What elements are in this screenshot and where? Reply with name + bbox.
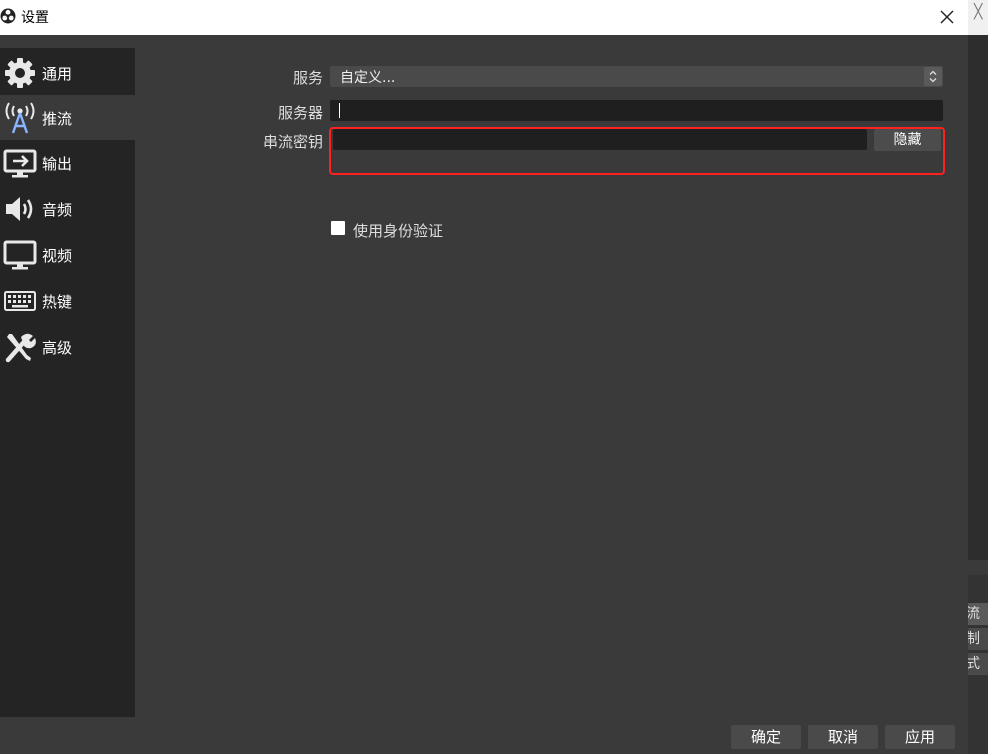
sidebar-item-stream[interactable]: 推流 [0, 95, 135, 140]
stream-key-input[interactable] [333, 129, 867, 150]
use-auth-checkbox[interactable] [331, 221, 345, 235]
titlebar: 设置 [0, 0, 968, 35]
background-window: ╳ 流 制 式 [968, 0, 988, 754]
settings-sidebar: 通用 推流 输出 音频 视频 热键 高级 [0, 48, 135, 717]
chevron-updown-icon [924, 67, 942, 86]
background-titlebar: ╳ [968, 0, 988, 35]
sidebar-item-hotkeys[interactable]: 热键 [0, 278, 135, 323]
sidebar-item-label: 热键 [42, 293, 73, 311]
gear-icon [5, 58, 35, 88]
text-caret [339, 103, 340, 118]
hide-key-button[interactable]: 隐藏 [874, 129, 941, 151]
ok-button[interactable]: 确定 [731, 725, 801, 749]
keyboard-icon [4, 291, 36, 311]
cancel-button[interactable]: 取消 [808, 725, 878, 749]
sidebar-item-video[interactable]: 视频 [0, 232, 135, 277]
background-mode-button[interactable]: 式 [968, 653, 988, 675]
sidebar-item-audio[interactable]: 音频 [0, 186, 135, 231]
stream-key-label: 串流密钥 [263, 133, 324, 151]
sidebar-item-label: 输出 [42, 155, 73, 173]
sidebar-item-label: 通用 [42, 65, 73, 83]
output-monitor-icon [3, 149, 37, 178]
sidebar-item-label: 高级 [42, 339, 73, 357]
sidebar-item-label: 视频 [42, 247, 73, 265]
sidebar-item-label: 音频 [42, 201, 73, 219]
window-title: 设置 [21, 10, 49, 26]
server-input[interactable] [330, 100, 943, 121]
settings-dialog: 设置 通用 推流 输出 音频 视频 热键 高级 服务 自定义... 服务器 串流… [0, 0, 968, 754]
screen: ╳ 流 制 式 设置 通用 推流 输出 音频 视频 热键 高级 服务 自定义..… [0, 0, 988, 754]
apply-button[interactable]: 应用 [885, 725, 955, 749]
service-select[interactable]: 自定义... [330, 66, 943, 87]
background-record-button[interactable]: 制 [968, 628, 988, 650]
broadcast-antenna-icon [5, 102, 35, 134]
speaker-icon [6, 197, 33, 221]
close-icon[interactable] [934, 4, 960, 30]
background-stream-button[interactable]: 流 [968, 603, 988, 625]
server-label: 服务器 [278, 104, 324, 122]
service-select-value: 自定义... [340, 70, 396, 86]
monitor-icon [3, 240, 37, 270]
sidebar-item-label: 推流 [42, 110, 73, 128]
obs-logo-icon [0, 8, 16, 24]
sidebar-item-advanced[interactable]: 高级 [0, 324, 135, 369]
use-auth-label[interactable]: 使用身份验证 [353, 220, 443, 241]
tools-icon [5, 333, 36, 363]
service-label: 服务 [293, 69, 324, 87]
background-close-icon: ╳ [974, 4, 983, 20]
sidebar-item-output[interactable]: 输出 [0, 140, 135, 185]
sidebar-item-general[interactable]: 通用 [0, 50, 135, 95]
background-preview [968, 35, 988, 560]
